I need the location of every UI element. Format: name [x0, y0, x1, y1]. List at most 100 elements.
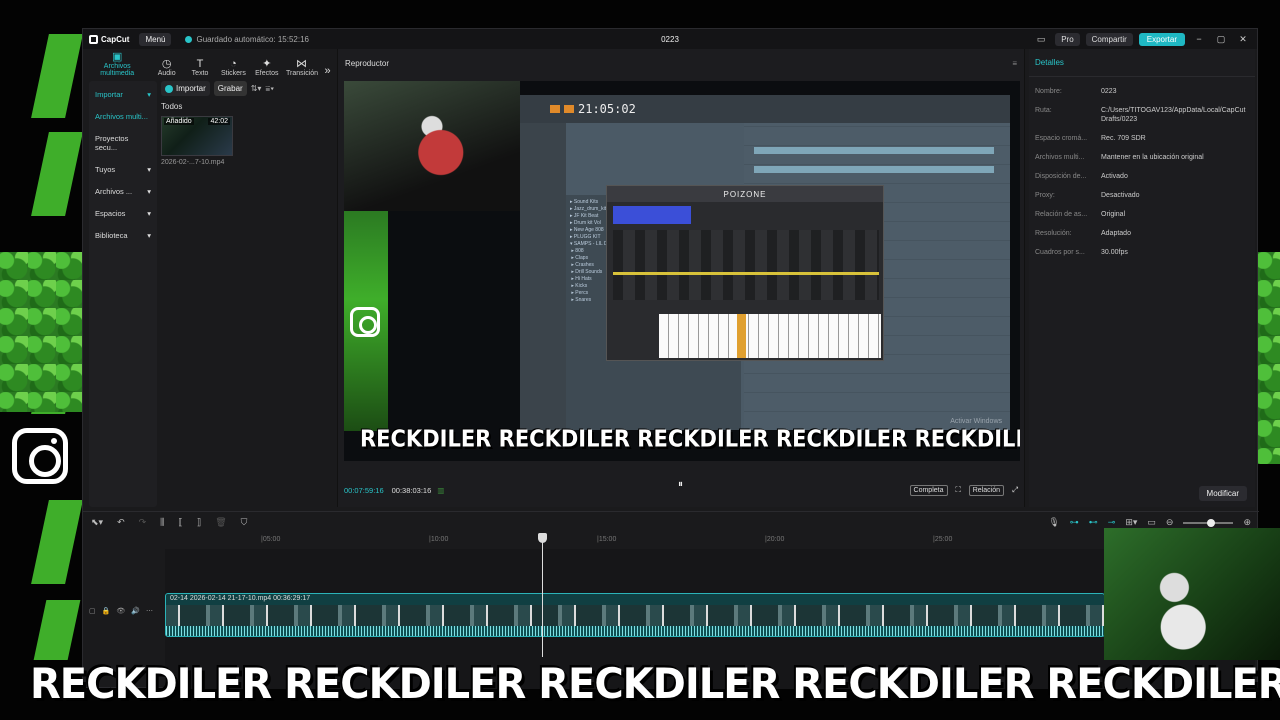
leaf-texture	[1258, 252, 1280, 464]
eye-icon[interactable]: 👁	[116, 607, 125, 619]
sidebar-item-spaces[interactable]: Espacios ▾	[89, 204, 157, 223]
tab-effects[interactable]: ✦ Efectos	[253, 58, 281, 77]
tab-transitions[interactable]: ⋈ Transición	[286, 58, 318, 77]
full-quality-button[interactable]: Completa	[909, 484, 948, 496]
zoom-slider[interactable]	[1183, 518, 1234, 527]
caption-icon[interactable]: ▭	[1147, 517, 1156, 528]
player-menu-icon[interactable]: ≡	[1012, 59, 1017, 68]
sidebar-item-files[interactable]: Archivos ... ▾	[89, 182, 157, 201]
detail-row: Proxy: Desactivado	[1029, 191, 1255, 200]
fl-clock: 21:05:02	[578, 102, 636, 116]
import-button[interactable]: Importar	[161, 81, 210, 96]
maximize-icon[interactable]: ▢	[1213, 34, 1229, 45]
more-icon[interactable]: ⋯	[146, 607, 153, 619]
audio-waveform	[166, 626, 1104, 636]
record-button[interactable]: Grabar	[213, 81, 247, 96]
ratio-button[interactable]: Relación	[968, 484, 1004, 496]
cloud-icon	[185, 35, 193, 43]
more-tabs-icon[interactable]: »	[322, 65, 333, 77]
pattern-block	[754, 166, 994, 173]
text-icon: T	[196, 58, 204, 70]
tab-label: Stickers	[220, 70, 246, 77]
close-icon[interactable]: ✕	[1235, 34, 1251, 45]
audio-icon[interactable]: 🔊	[131, 607, 140, 619]
fl-browser	[520, 123, 566, 430]
sidebar-item-import[interactable]: Importar ▾	[89, 85, 157, 104]
modify-button[interactable]: Modificar	[1198, 486, 1247, 501]
zoom-slider-knob[interactable]	[1207, 518, 1216, 527]
detail-value: Activado	[1101, 173, 1128, 180]
redo-icon[interactable]: ↷	[139, 517, 147, 528]
detail-value: C:/Users/TITOGAV123/AppData/Local/CapCut…	[1101, 107, 1246, 123]
sidebar-item-secondary-projects[interactable]: Proyectos secu...	[89, 129, 157, 157]
export-button[interactable]: Exportar	[1138, 32, 1185, 46]
instagram-icon	[350, 307, 380, 337]
detail-key: Disposición de...	[1035, 173, 1087, 180]
playhead[interactable]	[538, 533, 547, 657]
zoom-in-icon[interactable]: ⊕	[1243, 517, 1251, 528]
magnet-icon[interactable]: ⊶	[1070, 517, 1079, 528]
filter-all-label[interactable]: Todos	[161, 102, 331, 111]
split-icon[interactable]: ⫼	[160, 517, 164, 528]
mic-icon[interactable]: 🎙	[1048, 517, 1059, 528]
sort-icon[interactable]: ⇅▾	[251, 84, 262, 93]
video-clip[interactable]: 02-14 2026-02-14 21-17-10.mp4 00:36:29:1…	[165, 593, 1105, 637]
media-thumbnail[interactable]: Añadido 42:02	[161, 116, 233, 156]
detail-value: Original	[1101, 211, 1126, 218]
titlebar-actions: ▭ Pro Compartir Exportar − ▢ ✕	[1033, 32, 1251, 46]
ruler-tick: |15:00	[597, 536, 617, 543]
preview-axis-icon[interactable]: ⊸	[1108, 517, 1116, 528]
track-cover-icon[interactable]: ▢	[89, 607, 96, 619]
green-stripe	[31, 500, 83, 584]
sidebar-item-media[interactable]: Archivos multi...	[89, 107, 157, 126]
fl-button	[550, 105, 560, 113]
marker-icon[interactable]: ⛉	[241, 517, 248, 528]
select-tool-icon[interactable]: ⬉▾	[91, 517, 103, 528]
link-icon[interactable]: ⊷	[1089, 517, 1098, 528]
clip-frames	[166, 605, 1104, 627]
filter-icon[interactable]: ⩸▾	[265, 84, 274, 94]
tab-text[interactable]: T Texto	[186, 58, 214, 77]
fullscreen-icon[interactable]: ⤢	[1012, 485, 1018, 495]
player-controls-right: Completa ⛶ Relación ⤢	[909, 484, 1018, 496]
details-title: Detalles	[1029, 49, 1255, 77]
lock-icon[interactable]: 🔒	[102, 607, 111, 619]
chevron-down-icon: ▾	[147, 231, 151, 240]
chevron-down-icon: ▾	[147, 90, 151, 99]
player-title: Reproductor	[345, 58, 390, 68]
sidebar-item-library[interactable]: Biblioteca ▾	[89, 226, 157, 245]
detail-row: Archivos multi... Mantener en la ubicació…	[1029, 153, 1255, 162]
media-sidebar: Importar ▾ Archivos multi... Proyectos se…	[89, 81, 157, 507]
share-button[interactable]: Compartir	[1085, 32, 1133, 46]
detail-value: Mantener en la ubicación original	[1101, 154, 1204, 161]
synth-plugin: POIZONE	[606, 185, 884, 361]
minimize-icon[interactable]: −	[1191, 34, 1207, 44]
piano-keyboard	[659, 314, 881, 358]
video-preview[interactable]: 21:05:02 ▸ Sound Kits ▸ Jazz_drum_kit ▸ JF…	[344, 81, 1020, 461]
chevron-down-icon: ▾	[147, 165, 151, 174]
ruler-tick: |10:00	[429, 536, 449, 543]
tab-audio[interactable]: ◷ Audio	[152, 58, 180, 77]
timeline-ruler[interactable]: |05:00 |10:00 |15:00 |20:00 |25:00	[165, 533, 1255, 549]
menu-button[interactable]: Menú	[139, 32, 172, 46]
detail-row: Cuadros por s... 30.00fps	[1029, 248, 1255, 257]
waveform-icon[interactable]: ▥	[437, 486, 444, 495]
tab-media[interactable]: ▣ Archivos multimedia	[87, 51, 147, 77]
sidebar-item-yours[interactable]: Tuyos ▾	[89, 160, 157, 179]
align-icon[interactable]: ⊞▾	[1125, 517, 1137, 528]
sidebar-item-label: Archivos multi...	[95, 112, 148, 121]
undo-icon[interactable]: ↶	[117, 517, 125, 528]
pause-icon[interactable]: ⏸	[678, 479, 688, 501]
delete-icon[interactable]: 🗑	[215, 517, 226, 528]
zoom-out-icon[interactable]: ⊖	[1166, 517, 1174, 528]
tab-label: Texto	[191, 70, 209, 77]
ruler-tick: |25:00	[933, 536, 953, 543]
crop-icon[interactable]: ⛶	[956, 485, 961, 495]
layout-icon[interactable]: ▭	[1033, 34, 1049, 45]
sticker-icon: ◔	[230, 58, 237, 70]
green-stripe	[33, 600, 81, 660]
split-left-icon[interactable]: ⟦	[178, 517, 182, 528]
split-right-icon[interactable]: ⟧	[197, 517, 201, 528]
pro-button[interactable]: Pro	[1055, 32, 1080, 46]
tab-stickers[interactable]: ◔ Stickers	[219, 58, 247, 77]
